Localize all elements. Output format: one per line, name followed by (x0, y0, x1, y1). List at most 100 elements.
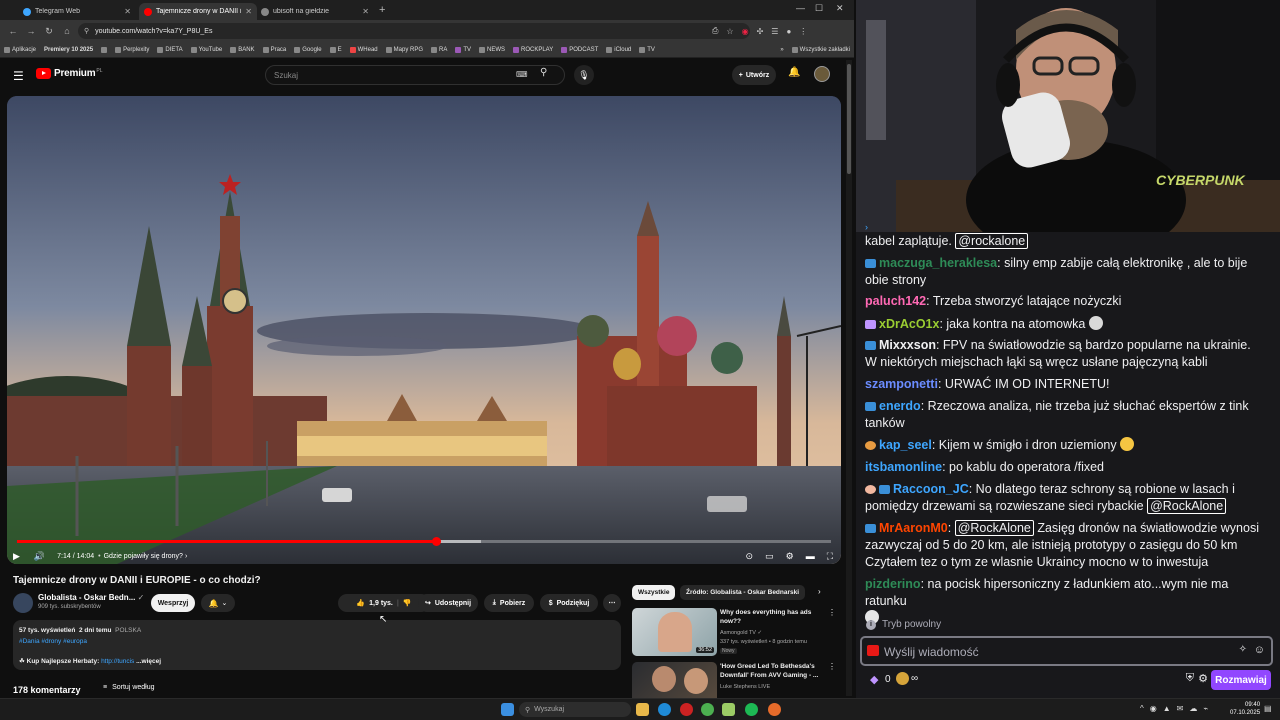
chat-username[interactable]: itsbamonline (865, 460, 942, 474)
description-link[interactable]: http://tuncis (101, 658, 134, 665)
bookmark[interactable]: PODCAST (557, 46, 602, 53)
bookmark[interactable]: YouTube (187, 46, 227, 53)
thumbs-down-icon[interactable]: 👎 (403, 599, 412, 607)
microphone-icon[interactable]: 🎙 (574, 65, 594, 85)
support-button[interactable]: Wesprzyj (151, 594, 195, 612)
keyboard-icon[interactable]: ⌨ (516, 70, 528, 79)
miniplayer-icon[interactable]: ▬ (806, 551, 815, 561)
chip-source[interactable]: Źródło: Globalista - Oskar Bednarski (680, 585, 806, 600)
channel-points-icon[interactable] (896, 672, 909, 685)
chapter-title[interactable]: Gdzie pojawiły się drony? (104, 553, 183, 560)
bookmark[interactable]: BANK (226, 46, 258, 53)
tray-icons[interactable]: ^◉▲✉☁⌁ (1140, 704, 1214, 713)
bookmark[interactable]: iCloud (602, 46, 635, 53)
site-info-icon[interactable]: ⚲ (84, 27, 89, 35)
bookmark[interactable]: Google (290, 46, 325, 53)
chip-all[interactable]: Wszystkie (632, 585, 676, 600)
reload-icon[interactable]: ↻ (40, 26, 58, 37)
channel-name[interactable]: Globalista - Oskar Bedn... ✓ (38, 593, 144, 602)
bookmark[interactable]: DIETA (153, 46, 186, 53)
star-icon[interactable]: ☆ (726, 27, 733, 36)
chat-username[interactable]: Mixxxson (879, 338, 936, 352)
home-icon[interactable]: ⌂ (58, 26, 76, 36)
subtitles-icon[interactable]: ▭ (765, 551, 774, 562)
app-icon[interactable] (768, 703, 781, 716)
chat-username[interactable]: MrAaronM0 (879, 521, 948, 535)
maximize-icon[interactable]: ☐ (815, 3, 823, 14)
reading-list-icon[interactable]: ☰ (771, 27, 778, 36)
minimize-icon[interactable]: — (796, 3, 805, 13)
more-icon[interactable]: ⋮ (828, 608, 836, 617)
bookmark[interactable]: TV (451, 46, 475, 53)
bookmark[interactable]: ROCKPLAY (509, 46, 557, 53)
edge-icon[interactable] (658, 703, 671, 716)
spotify-icon[interactable] (745, 703, 758, 716)
close-icon[interactable]: ✕ (124, 7, 131, 16)
menu-icon[interactable]: ☰ (13, 69, 24, 83)
chat-username[interactable]: paluch142 (865, 294, 926, 308)
close-icon[interactable]: ✕ (362, 7, 369, 16)
profile-icon[interactable]: ● (786, 27, 791, 36)
taskbar-search[interactable]: ⚲ Wyszukaj (519, 702, 631, 717)
puzzle-icon[interactable]: ✣ (757, 27, 764, 36)
bookmark[interactable]: WHead (346, 46, 382, 53)
youtube-logo[interactable]: Premium PL (36, 68, 103, 79)
more-actions-icon[interactable]: ⋯ (603, 594, 621, 612)
close-icon[interactable]: ✕ (245, 7, 252, 16)
bookmarks-overflow[interactable]: » (776, 47, 787, 53)
chat-send-button[interactable]: Rozmawiaj (1211, 670, 1271, 690)
shield-icon[interactable]: ⛨ (1186, 672, 1194, 685)
chevron-right-icon[interactable]: › (818, 587, 821, 596)
forward-icon[interactable]: → (22, 26, 40, 36)
scrollbar-thumb[interactable] (847, 64, 851, 174)
page-scrollbar[interactable] (846, 60, 852, 696)
bookmark[interactable]: Praca (259, 46, 291, 53)
tab-telegram[interactable]: Telegram Web ✕ (18, 3, 136, 20)
more-icon[interactable]: ⋮ (799, 27, 807, 36)
clock[interactable]: 09:40 07.10.2025 (1230, 701, 1260, 717)
bookmark[interactable]: Premiery 10 2025 (40, 47, 97, 53)
chrome-icon[interactable] (701, 703, 714, 716)
share-button[interactable]: ↪ Udostępnij (418, 594, 478, 612)
channel-avatar[interactable] (13, 593, 33, 613)
chat-input-box[interactable]: ✧ ☺ (860, 636, 1273, 666)
search-icon[interactable]: ⚲ (540, 67, 547, 78)
create-button[interactable]: + Utwórz (732, 65, 776, 85)
chat-username[interactable]: maczuga_heraklesa (879, 256, 997, 270)
chat-username[interactable]: pizderino (865, 577, 921, 591)
tab-ubisoft[interactable]: ubisoft na giełdzie ✕ (256, 3, 374, 20)
chat-username[interactable]: szamponetti (865, 377, 938, 391)
close-window-icon[interactable]: ✕ (836, 3, 844, 14)
settings-icon[interactable]: ⚙ (786, 551, 794, 562)
description-box[interactable]: 57 tys. wyświetleń 2 dni temu POLSKA #Da… (13, 620, 621, 670)
show-more[interactable]: ...więcej (136, 658, 161, 665)
more-icon[interactable]: ⋮ (828, 662, 836, 671)
bookmark[interactable] (97, 46, 111, 53)
video-thumbnail[interactable]: 36:52 (632, 608, 717, 656)
tab-youtube[interactable]: Tajemnicze drony w DANII i EUROPIE ✕ (139, 3, 257, 20)
chat-username[interactable]: Raccoon_JC (893, 482, 969, 496)
chevron-right-icon[interactable]: › (185, 553, 187, 560)
new-tab-button[interactable]: + (379, 4, 385, 16)
chat-username[interactable]: enerdo (879, 399, 921, 413)
avatar[interactable] (814, 66, 830, 82)
bookmark[interactable]: NEWS (475, 46, 509, 53)
bookmark[interactable]: E (326, 46, 346, 53)
chat-input[interactable] (884, 642, 1234, 662)
video-player[interactable]: ▶ 🔊 7:14 / 14:04 • Gdzie pojawiły się dr… (7, 96, 841, 564)
back-icon[interactable]: ← (4, 26, 22, 36)
fullscreen-icon[interactable]: ⛶ (827, 551, 833, 562)
url-field[interactable]: ⚲ youtube.com/watch?v=ka7Y_P8U_Es (78, 23, 750, 39)
recommended-video[interactable]: 'How Greed Led To Bethesda's Downfall' F… (632, 662, 842, 698)
windows-start-icon[interactable] (501, 703, 514, 716)
chat-username[interactable]: kap_seel (879, 438, 932, 452)
autoplay-toggle-icon[interactable]: ⊙ (746, 551, 754, 562)
bits-icon[interactable]: ◆ (870, 673, 878, 686)
download-button[interactable]: ⤓ Pobierz (484, 594, 534, 612)
notifications-icon[interactable]: ▤ (1264, 704, 1272, 713)
gear-icon[interactable]: ⚙ (1198, 672, 1208, 685)
play-icon[interactable]: ▶ (13, 551, 20, 562)
hashtags[interactable]: #Dania #drony #europa (19, 636, 615, 647)
like-button[interactable]: 👍 1,9 tys. (356, 599, 392, 608)
bookmark[interactable]: Aplikacje (0, 46, 40, 53)
